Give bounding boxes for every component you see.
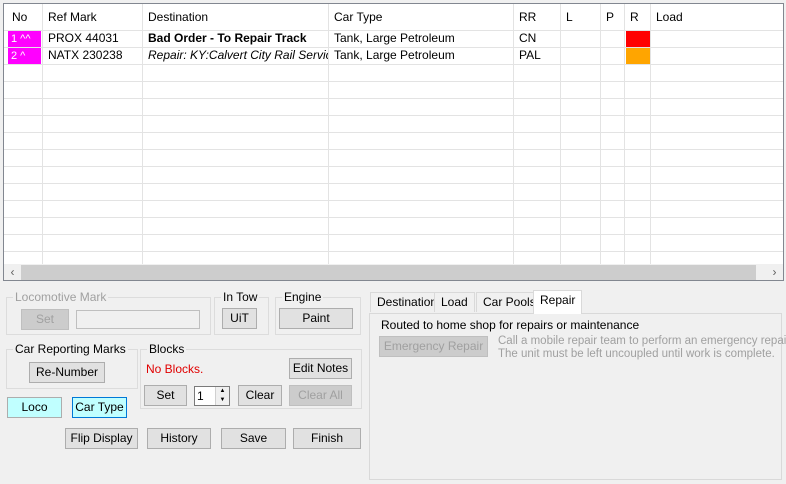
- header-ref-mark[interactable]: Ref Mark: [43, 4, 97, 30]
- in-tow-title: In Tow: [221, 290, 260, 304]
- emergency-repair-description-line1: Call a mobile repair team to perform an …: [498, 335, 786, 347]
- row-number: 1 ^^: [8, 31, 41, 47]
- repair-status-swatch: [626, 31, 650, 47]
- uit-button[interactable]: UiT: [222, 308, 257, 329]
- car-reporting-marks-title: Car Reporting Marks: [13, 342, 128, 356]
- header-p[interactable]: P: [601, 4, 614, 30]
- car-grid[interactable]: No Ref Mark Destination Car Type RR L P …: [3, 3, 784, 281]
- loco-mark-field[interactable]: [76, 310, 200, 329]
- blocks-clear-button[interactable]: Clear: [238, 385, 282, 406]
- emergency-repair-description-line2: The unit must be left uncoupled until wo…: [498, 348, 775, 360]
- rr-cell: CN: [519, 31, 537, 45]
- header-l[interactable]: L: [561, 4, 573, 30]
- ref-mark-cell: PROX 44031: [48, 31, 119, 45]
- row-number: 2 ^: [8, 48, 41, 64]
- stepper-value: 1: [197, 389, 204, 403]
- rr-cell: PAL: [519, 48, 541, 62]
- blocks-status: No Blocks.: [146, 362, 204, 376]
- car-type-cell: Tank, Large Petroleum: [334, 31, 455, 45]
- repair-tab-panel: Routed to home shop for repairs or maint…: [369, 313, 786, 480]
- save-button[interactable]: Save: [221, 428, 286, 449]
- history-button[interactable]: History: [147, 428, 211, 449]
- header-car-type[interactable]: Car Type: [329, 4, 382, 30]
- ref-mark-cell: NATX 230238: [48, 48, 123, 62]
- blocks-title: Blocks: [147, 342, 187, 356]
- renumber-button[interactable]: Re-Number: [29, 362, 105, 383]
- edit-notes-button[interactable]: Edit Notes: [289, 358, 352, 379]
- car-type-toggle[interactable]: Car Type: [72, 397, 127, 418]
- block-number-stepper[interactable]: 1 ▲ ▼: [194, 386, 230, 406]
- flip-display-button[interactable]: Flip Display: [65, 428, 138, 449]
- header-r[interactable]: R: [625, 4, 639, 30]
- chevron-right-icon[interactable]: ›: [766, 264, 783, 280]
- header-no[interactable]: No: [7, 4, 27, 30]
- finish-button[interactable]: Finish: [293, 428, 361, 449]
- header-rr[interactable]: RR: [514, 4, 536, 30]
- horizontal-scrollbar[interactable]: ‹ ›: [4, 264, 783, 280]
- scrollbar-thumb[interactable]: [21, 265, 756, 280]
- destination-cell: Bad Order - To Repair Track: [148, 31, 307, 45]
- spinner-up-icon[interactable]: ▲: [215, 387, 229, 396]
- car-type-cell: Tank, Large Petroleum: [334, 48, 455, 62]
- blocks-set-button[interactable]: Set: [144, 385, 187, 406]
- tab-load[interactable]: Load: [434, 292, 475, 312]
- header-destination[interactable]: Destination: [143, 4, 208, 30]
- emergency-repair-button[interactable]: Emergency Repair: [379, 336, 488, 357]
- blocks-clear-all-button[interactable]: Clear All: [289, 385, 352, 406]
- repair-heading: Routed to home shop for repairs or maint…: [381, 318, 640, 332]
- destination-cell: Repair: KY:Calvert City Rail Servic...: [148, 48, 328, 62]
- engine-title: Engine: [282, 290, 324, 304]
- tab-destination[interactable]: Destination: [370, 292, 445, 312]
- chevron-left-icon[interactable]: ‹: [4, 264, 21, 280]
- locomotive-mark-title: Locomotive Mark: [13, 290, 109, 304]
- loco-toggle[interactable]: Loco: [7, 397, 62, 418]
- tab-repair[interactable]: Repair: [533, 290, 583, 314]
- loco-mark-set-button[interactable]: Set: [21, 309, 69, 330]
- spinner-down-icon[interactable]: ▼: [215, 396, 229, 405]
- header-load[interactable]: Load: [651, 4, 683, 30]
- repair-status-swatch: [626, 48, 650, 64]
- paint-button[interactable]: Paint: [279, 308, 353, 329]
